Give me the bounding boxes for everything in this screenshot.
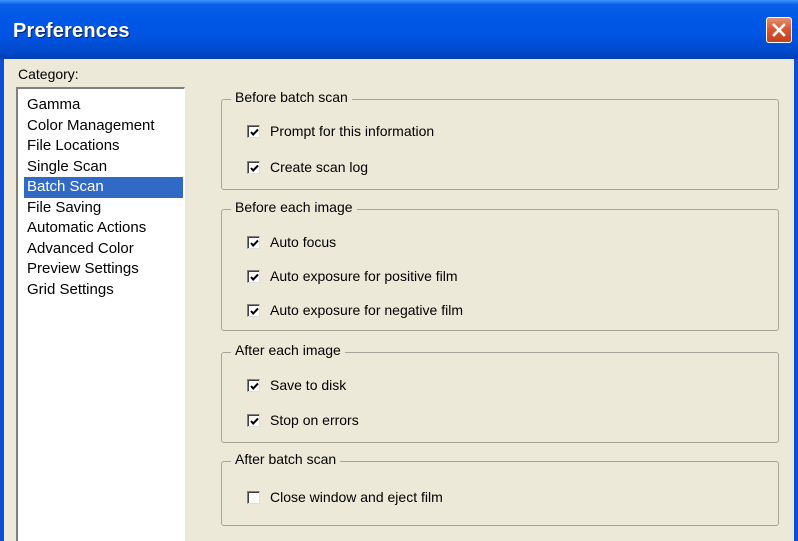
window-frame-right bbox=[794, 59, 798, 541]
after-each-image-group: After each image Save to disk Stop on er… bbox=[221, 342, 779, 443]
create-scan-log-option[interactable]: Create scan log bbox=[247, 158, 368, 176]
checkbox[interactable] bbox=[247, 269, 260, 283]
category-item-gamma[interactable]: Gamma bbox=[24, 95, 183, 116]
checkmark-icon bbox=[250, 307, 259, 315]
before-each-image-group: Before each image Auto focus Auto exposu… bbox=[221, 199, 779, 331]
checkbox[interactable] bbox=[247, 303, 260, 317]
category-item-advanced-color[interactable]: Advanced Color bbox=[24, 239, 183, 260]
category-item-file-locations[interactable]: File Locations bbox=[24, 136, 183, 157]
checkmark-icon bbox=[250, 164, 259, 172]
category-listbox[interactable]: Gamma Color Management File Locations Si… bbox=[16, 87, 185, 541]
auto-focus-option[interactable]: Auto focus bbox=[247, 233, 336, 251]
category-item-file-saving[interactable]: File Saving bbox=[24, 198, 183, 219]
category-item-single-scan[interactable]: Single Scan bbox=[24, 157, 183, 178]
checkbox-label: Close window and eject film bbox=[270, 489, 443, 505]
auto-exposure-positive-option[interactable]: Auto exposure for positive film bbox=[247, 267, 458, 285]
auto-exposure-negative-option[interactable]: Auto exposure for negative film bbox=[247, 301, 463, 319]
checkbox-label: Auto exposure for negative film bbox=[270, 302, 463, 318]
title-bar: Preferences bbox=[0, 0, 798, 59]
group-title: Before batch scan bbox=[231, 89, 352, 105]
category-item-color-management[interactable]: Color Management bbox=[24, 116, 183, 137]
checkmark-icon bbox=[250, 128, 259, 136]
category-item-grid-settings[interactable]: Grid Settings bbox=[24, 280, 183, 301]
checkbox-label: Save to disk bbox=[270, 377, 347, 393]
checkbox-label: Stop on errors bbox=[270, 412, 359, 428]
close-button[interactable] bbox=[766, 17, 792, 43]
checkmark-icon bbox=[250, 273, 259, 281]
checkbox-label: Create scan log bbox=[270, 159, 369, 175]
window-title: Preferences bbox=[13, 20, 130, 42]
checkbox[interactable] bbox=[247, 490, 260, 504]
category-label: Category: bbox=[18, 66, 79, 82]
close-window-eject-option[interactable]: Close window and eject film bbox=[247, 488, 443, 506]
checkbox[interactable] bbox=[247, 124, 260, 138]
before-batch-scan-group: Before batch scan Prompt for this inform… bbox=[221, 89, 779, 190]
category-item-preview-settings[interactable]: Preview Settings bbox=[24, 259, 183, 280]
close-icon bbox=[772, 23, 786, 37]
checkbox[interactable] bbox=[247, 160, 260, 174]
checkbox-label: Auto focus bbox=[270, 234, 337, 250]
group-title: Before each image bbox=[231, 199, 357, 215]
checkbox[interactable] bbox=[247, 413, 260, 427]
after-batch-scan-group: After batch scan Close window and eject … bbox=[221, 451, 779, 526]
checkmark-icon bbox=[250, 417, 259, 425]
save-to-disk-option[interactable]: Save to disk bbox=[247, 376, 346, 394]
checkbox[interactable] bbox=[247, 235, 260, 249]
checkmark-icon bbox=[250, 239, 259, 247]
stop-on-errors-option[interactable]: Stop on errors bbox=[247, 411, 359, 429]
checkbox-label: Prompt for this information bbox=[270, 123, 435, 139]
checkbox-label: Auto exposure for positive film bbox=[270, 268, 458, 284]
group-title: After batch scan bbox=[231, 451, 341, 467]
checkmark-icon bbox=[250, 382, 259, 390]
prompt-info-option[interactable]: Prompt for this information bbox=[247, 122, 434, 140]
window-frame-left bbox=[0, 59, 4, 541]
group-title: After each image bbox=[231, 342, 345, 358]
category-item-automatic-actions[interactable]: Automatic Actions bbox=[24, 218, 183, 239]
checkbox[interactable] bbox=[247, 378, 260, 392]
category-item-batch-scan[interactable]: Batch Scan bbox=[24, 177, 183, 198]
